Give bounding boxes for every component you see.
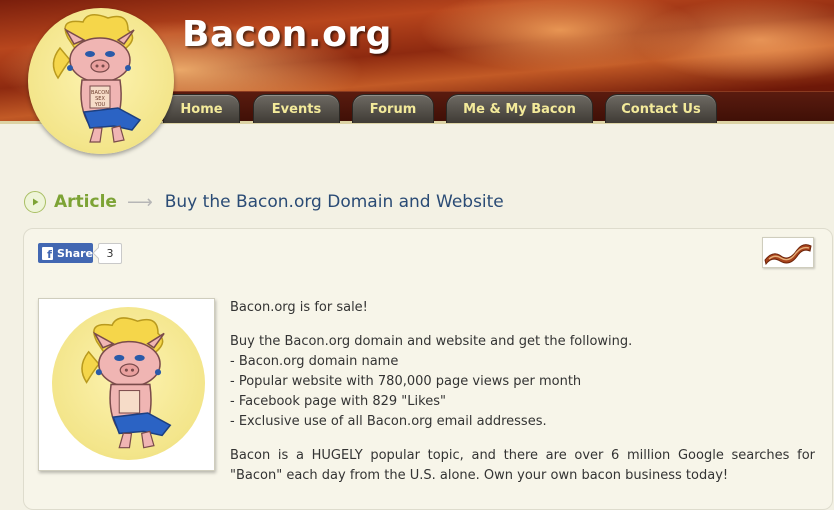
bacon-thumbnail[interactable]	[762, 237, 814, 268]
nav-tab-me-and-my-bacon[interactable]: Me & My Bacon	[446, 94, 593, 123]
breadcrumb-article-link[interactable]: Article	[54, 192, 117, 212]
list-item: - Facebook page with 829 "Likes"	[230, 394, 446, 409]
share-count-badge: 3	[98, 243, 122, 264]
facebook-share-button[interactable]: f Share	[38, 243, 93, 263]
breadcrumb: Article ⟶ Buy the Bacon.org Domain and W…	[24, 189, 504, 215]
arrow-right-icon: ⟶	[126, 191, 153, 213]
article-image	[38, 298, 215, 471]
nav-tab-events[interactable]: Events	[253, 94, 340, 123]
bacon-strip-icon	[764, 244, 812, 266]
nav-tab-home[interactable]: Home	[163, 94, 240, 123]
nav-tab-contact-us[interactable]: Contact Us	[605, 94, 717, 123]
article-body: Bacon.org is for sale! Buy the Bacon.org…	[230, 298, 815, 500]
site-title[interactable]: Bacon.org	[182, 14, 392, 55]
page-title: Buy the Bacon.org Domain and Website	[164, 192, 504, 212]
share-label: Share	[56, 246, 93, 260]
list-item: - Bacon.org domain name	[230, 354, 399, 369]
svg-text:YOU: YOU	[94, 102, 106, 108]
pig-mascot-icon	[81, 317, 172, 449]
facebook-icon: f	[42, 246, 53, 260]
site-logo[interactable]: BACON SEX YOU	[28, 8, 174, 154]
list-item: - Exclusive use of all Bacon.org email a…	[230, 414, 547, 429]
article-feature-block: Buy the Bacon.org domain and website and…	[230, 332, 815, 432]
pig-mascot-icon: BACON SEX YOU	[52, 14, 142, 143]
article-pitch: Bacon is a HUGELY popular topic, and the…	[230, 448, 815, 483]
list-item: - Popular website with 780,000 page view…	[230, 374, 582, 389]
article-intro: Bacon.org is for sale!	[230, 300, 368, 315]
article-lead: Buy the Bacon.org domain and website and…	[230, 334, 633, 349]
nav-tab-forum[interactable]: Forum	[352, 94, 434, 123]
play-circle-icon	[24, 191, 46, 213]
